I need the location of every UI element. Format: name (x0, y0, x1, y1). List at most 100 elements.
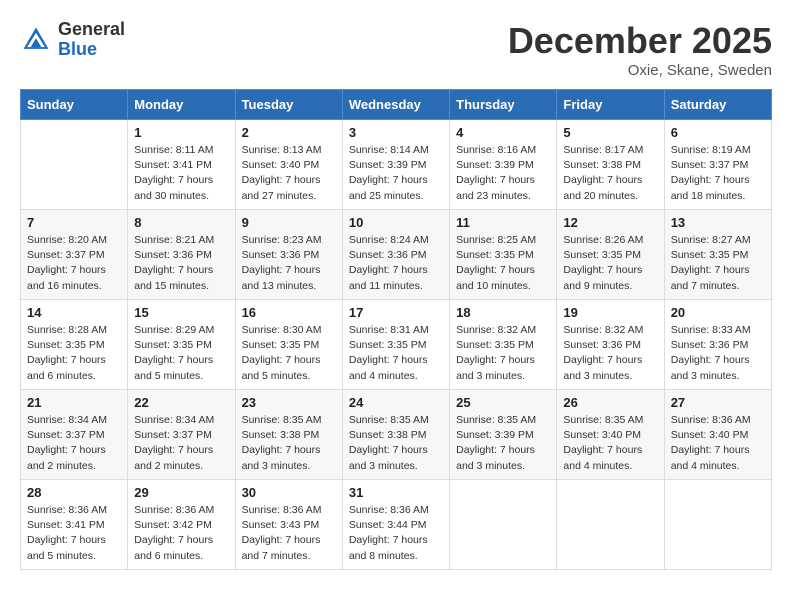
day-info: Sunrise: 8:34 AM Sunset: 3:37 PM Dayligh… (27, 413, 121, 474)
day-header-tuesday: Tuesday (235, 90, 342, 120)
day-number: 6 (671, 125, 765, 140)
day-info: Sunrise: 8:35 AM Sunset: 3:39 PM Dayligh… (456, 413, 550, 474)
calendar-cell: 16 Sunrise: 8:30 AM Sunset: 3:35 PM Dayli… (235, 300, 342, 390)
calendar-cell: 18 Sunrise: 8:32 AM Sunset: 3:35 PM Dayli… (450, 300, 557, 390)
day-info: Sunrise: 8:28 AM Sunset: 3:35 PM Dayligh… (27, 323, 121, 384)
logo: General Blue (20, 20, 125, 60)
calendar-cell: 24 Sunrise: 8:35 AM Sunset: 3:38 PM Dayli… (342, 390, 449, 480)
calendar-cell: 4 Sunrise: 8:16 AM Sunset: 3:39 PM Daylig… (450, 120, 557, 210)
calendar-cell: 31Sunrise: 8:36 AM Sunset: 3:44 PM Dayli… (342, 480, 449, 570)
day-info: Sunrise: 8:30 AM Sunset: 3:35 PM Dayligh… (242, 323, 336, 384)
day-number: 30 (242, 485, 336, 500)
calendar-table: SundayMondayTuesdayWednesdayThursdayFrid… (20, 89, 772, 570)
day-info: Sunrise: 8:35 AM Sunset: 3:38 PM Dayligh… (349, 413, 443, 474)
day-number: 5 (563, 125, 657, 140)
calendar-cell: 20Sunrise: 8:33 AM Sunset: 3:36 PM Dayli… (664, 300, 771, 390)
day-info: Sunrise: 8:34 AM Sunset: 3:37 PM Dayligh… (134, 413, 228, 474)
day-number: 2 (242, 125, 336, 140)
calendar-cell: 26 Sunrise: 8:35 AM Sunset: 3:40 PM Dayli… (557, 390, 664, 480)
day-number: 24 (349, 395, 443, 410)
day-number: 10 (349, 215, 443, 230)
calendar-cell: 28Sunrise: 8:36 AM Sunset: 3:41 PM Dayli… (21, 480, 128, 570)
calendar-cell: 23Sunrise: 8:35 AM Sunset: 3:38 PM Dayli… (235, 390, 342, 480)
day-number: 25 (456, 395, 550, 410)
logo-icon (20, 24, 52, 56)
calendar-cell: 15Sunrise: 8:29 AM Sunset: 3:35 PM Dayli… (128, 300, 235, 390)
calendar-cell: 7 Sunrise: 8:20 AM Sunset: 3:37 PM Daylig… (21, 210, 128, 300)
day-number: 9 (242, 215, 336, 230)
calendar-cell (21, 120, 128, 210)
calendar-header-row: SundayMondayTuesdayWednesdayThursdayFrid… (21, 90, 772, 120)
day-number: 23 (242, 395, 336, 410)
day-number: 22 (134, 395, 228, 410)
day-info: Sunrise: 8:11 AM Sunset: 3:41 PM Dayligh… (134, 143, 228, 204)
calendar-cell: 9 Sunrise: 8:23 AM Sunset: 3:36 PM Daylig… (235, 210, 342, 300)
calendar-cell: 6 Sunrise: 8:19 AM Sunset: 3:37 PM Daylig… (664, 120, 771, 210)
day-number: 29 (134, 485, 228, 500)
day-number: 12 (563, 215, 657, 230)
day-info: Sunrise: 8:27 AM Sunset: 3:35 PM Dayligh… (671, 233, 765, 294)
day-info: Sunrise: 8:21 AM Sunset: 3:36 PM Dayligh… (134, 233, 228, 294)
day-info: Sunrise: 8:33 AM Sunset: 3:36 PM Dayligh… (671, 323, 765, 384)
day-number: 8 (134, 215, 228, 230)
calendar-cell: 13 Sunrise: 8:27 AM Sunset: 3:35 PM Dayli… (664, 210, 771, 300)
day-info: Sunrise: 8:16 AM Sunset: 3:39 PM Dayligh… (456, 143, 550, 204)
day-number: 18 (456, 305, 550, 320)
day-number: 1 (134, 125, 228, 140)
day-info: Sunrise: 8:17 AM Sunset: 3:38 PM Dayligh… (563, 143, 657, 204)
calendar-cell: 14Sunrise: 8:28 AM Sunset: 3:35 PM Dayli… (21, 300, 128, 390)
day-number: 11 (456, 215, 550, 230)
calendar-cell: 19Sunrise: 8:32 AM Sunset: 3:36 PM Dayli… (557, 300, 664, 390)
calendar-cell: 27 Sunrise: 8:36 AM Sunset: 3:40 PM Dayli… (664, 390, 771, 480)
day-number: 13 (671, 215, 765, 230)
calendar-cell (664, 480, 771, 570)
calendar-cell (450, 480, 557, 570)
day-header-friday: Friday (557, 90, 664, 120)
calendar-week-3: 14Sunrise: 8:28 AM Sunset: 3:35 PM Dayli… (21, 300, 772, 390)
day-info: Sunrise: 8:36 AM Sunset: 3:44 PM Dayligh… (349, 503, 443, 564)
day-number: 4 (456, 125, 550, 140)
day-number: 27 (671, 395, 765, 410)
title-block: December 2025 Oxie, Skane, Sweden (508, 20, 772, 79)
calendar-cell: 8 Sunrise: 8:21 AM Sunset: 3:36 PM Daylig… (128, 210, 235, 300)
day-number: 26 (563, 395, 657, 410)
calendar-cell: 12 Sunrise: 8:26 AM Sunset: 3:35 PM Dayli… (557, 210, 664, 300)
calendar-week-4: 21 Sunrise: 8:34 AM Sunset: 3:37 PM Dayli… (21, 390, 772, 480)
day-info: Sunrise: 8:36 AM Sunset: 3:40 PM Dayligh… (671, 413, 765, 474)
day-info: Sunrise: 8:36 AM Sunset: 3:43 PM Dayligh… (242, 503, 336, 564)
day-info: Sunrise: 8:36 AM Sunset: 3:41 PM Dayligh… (27, 503, 121, 564)
calendar-week-1: 1 Sunrise: 8:11 AM Sunset: 3:41 PM Daylig… (21, 120, 772, 210)
day-number: 15 (134, 305, 228, 320)
day-header-saturday: Saturday (664, 90, 771, 120)
day-info: Sunrise: 8:31 AM Sunset: 3:35 PM Dayligh… (349, 323, 443, 384)
logo-general-text: General (58, 20, 125, 40)
day-number: 21 (27, 395, 121, 410)
month-title: December 2025 (508, 20, 772, 62)
day-info: Sunrise: 8:36 AM Sunset: 3:42 PM Dayligh… (134, 503, 228, 564)
day-number: 7 (27, 215, 121, 230)
page-header: General Blue December 2025 Oxie, Skane, … (20, 20, 772, 79)
calendar-cell: 25 Sunrise: 8:35 AM Sunset: 3:39 PM Dayli… (450, 390, 557, 480)
day-info: Sunrise: 8:20 AM Sunset: 3:37 PM Dayligh… (27, 233, 121, 294)
calendar-week-2: 7 Sunrise: 8:20 AM Sunset: 3:37 PM Daylig… (21, 210, 772, 300)
day-info: Sunrise: 8:13 AM Sunset: 3:40 PM Dayligh… (242, 143, 336, 204)
calendar-cell: 11Sunrise: 8:25 AM Sunset: 3:35 PM Dayli… (450, 210, 557, 300)
day-number: 19 (563, 305, 657, 320)
calendar-cell: 29 Sunrise: 8:36 AM Sunset: 3:42 PM Dayli… (128, 480, 235, 570)
day-header-wednesday: Wednesday (342, 90, 449, 120)
day-info: Sunrise: 8:35 AM Sunset: 3:40 PM Dayligh… (563, 413, 657, 474)
calendar-cell: 30 Sunrise: 8:36 AM Sunset: 3:43 PM Dayli… (235, 480, 342, 570)
calendar-week-5: 28Sunrise: 8:36 AM Sunset: 3:41 PM Dayli… (21, 480, 772, 570)
calendar-cell: 22 Sunrise: 8:34 AM Sunset: 3:37 PM Dayli… (128, 390, 235, 480)
day-number: 16 (242, 305, 336, 320)
day-number: 3 (349, 125, 443, 140)
day-info: Sunrise: 8:32 AM Sunset: 3:35 PM Dayligh… (456, 323, 550, 384)
day-info: Sunrise: 8:23 AM Sunset: 3:36 PM Dayligh… (242, 233, 336, 294)
logo-text: General Blue (58, 20, 125, 60)
day-number: 17 (349, 305, 443, 320)
day-info: Sunrise: 8:14 AM Sunset: 3:39 PM Dayligh… (349, 143, 443, 204)
location: Oxie, Skane, Sweden (508, 62, 772, 79)
day-info: Sunrise: 8:26 AM Sunset: 3:35 PM Dayligh… (563, 233, 657, 294)
day-info: Sunrise: 8:19 AM Sunset: 3:37 PM Dayligh… (671, 143, 765, 204)
day-header-monday: Monday (128, 90, 235, 120)
